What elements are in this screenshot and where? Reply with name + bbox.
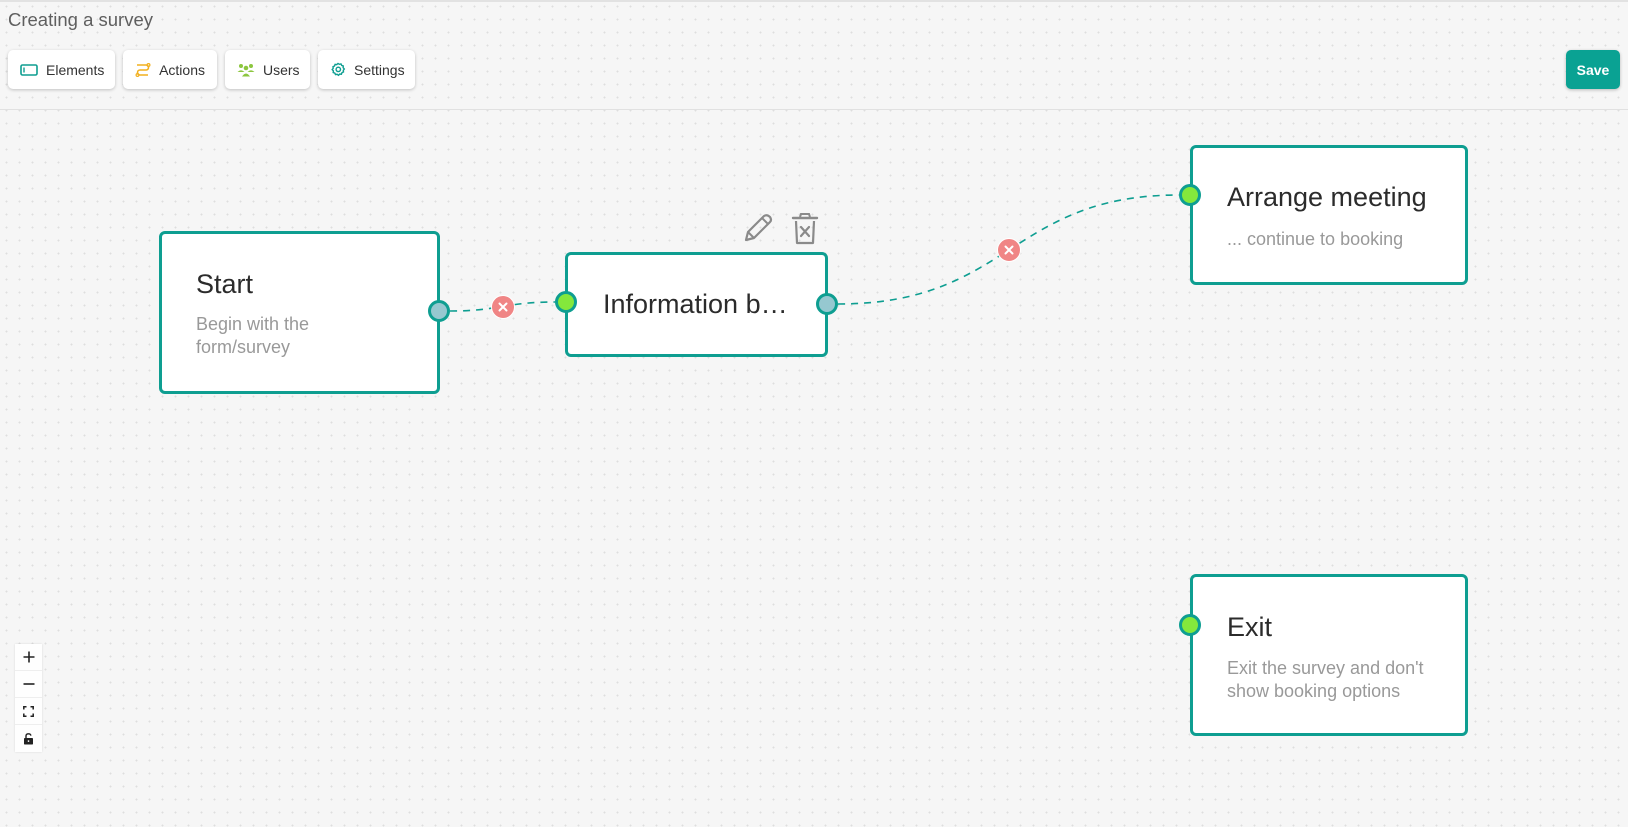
settings-button[interactable]: Settings — [318, 50, 415, 89]
fit-view-icon — [23, 705, 34, 717]
top-border — [0, 0, 1628, 2]
route-icon — [135, 61, 151, 79]
target-handle[interactable] — [1179, 184, 1201, 206]
save-button[interactable]: Save — [1566, 50, 1620, 89]
node-start[interactable]: Start Begin with the form/survey — [159, 231, 440, 394]
node-arrange-meeting[interactable]: Arrange meeting ... continue to booking — [1190, 145, 1468, 285]
target-handle[interactable] — [555, 291, 577, 313]
trash-icon — [791, 213, 819, 245]
delete-edge-button[interactable] — [491, 295, 515, 319]
header-divider — [0, 109, 1628, 110]
pencil-icon — [744, 214, 773, 242]
delete-node-button[interactable] — [790, 212, 820, 251]
users-icon — [237, 61, 255, 79]
fit-view-button[interactable] — [15, 698, 42, 725]
source-handle[interactable] — [428, 300, 450, 322]
elements-button[interactable]: Elements — [8, 50, 115, 89]
zoom-in-button[interactable] — [15, 644, 42, 671]
node-information[interactable]: Information b… — [565, 252, 828, 357]
users-label: Users — [263, 61, 300, 78]
users-button[interactable]: Users — [225, 50, 310, 89]
node-title: Start — [196, 269, 254, 299]
actions-button[interactable]: Actions — [123, 50, 217, 89]
rectangle-icon — [20, 61, 38, 79]
page-title: Creating a survey — [8, 9, 153, 30]
settings-label: Settings — [354, 61, 405, 78]
actions-label: Actions — [159, 61, 205, 78]
node-description: ... continue to booking — [1227, 229, 1404, 249]
plus-icon — [23, 651, 34, 663]
node-exit[interactable]: Exit Exit the survey and don't show book… — [1190, 574, 1468, 736]
close-icon — [1004, 245, 1014, 255]
node-title: Exit — [1227, 612, 1273, 642]
unlock-icon — [24, 732, 33, 744]
canvas-controls — [15, 644, 42, 752]
edit-node-button[interactable] — [740, 212, 774, 251]
target-handle[interactable] — [1179, 614, 1201, 636]
gear-icon — [330, 61, 346, 79]
node-description: Exit the survey and don't show booking o… — [1227, 658, 1424, 701]
source-handle[interactable] — [816, 293, 838, 315]
lock-button[interactable] — [15, 725, 42, 752]
node-title: Arrange meeting — [1227, 182, 1427, 212]
node-description: Begin with the form/survey — [196, 314, 310, 357]
zoom-out-button[interactable] — [15, 671, 42, 698]
delete-edge-button[interactable] — [997, 238, 1021, 262]
minus-icon — [23, 683, 34, 685]
node-title: Information b… — [603, 289, 788, 319]
close-icon — [498, 302, 508, 312]
elements-label: Elements — [46, 61, 105, 78]
